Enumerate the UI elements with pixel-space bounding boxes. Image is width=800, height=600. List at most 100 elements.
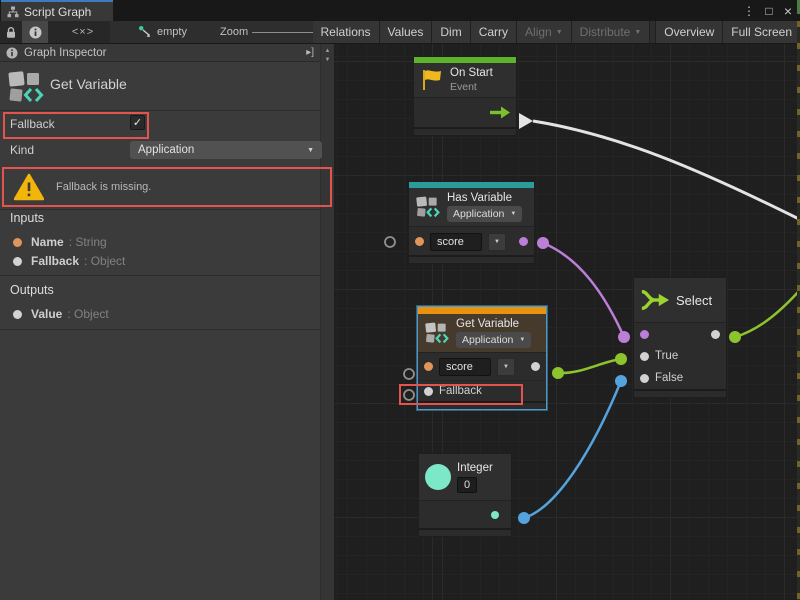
false-input-port[interactable] bbox=[640, 374, 649, 383]
port-dot-white bbox=[13, 310, 22, 319]
node-subtitle: Event bbox=[450, 81, 493, 93]
variable-kind-dropdown[interactable]: Application ▼ bbox=[456, 332, 531, 348]
graph-icon bbox=[7, 6, 19, 18]
scroll-up-icon[interactable]: ▲ bbox=[321, 47, 334, 56]
tab-bar: Script Graph ⋮ □ × bbox=[0, 0, 800, 21]
warning-icon bbox=[14, 173, 44, 201]
bool-output-port[interactable] bbox=[519, 237, 528, 246]
inspector-title: Graph Inspector bbox=[24, 47, 106, 59]
dim-button[interactable]: Dim bbox=[432, 21, 469, 43]
outputs-header: Outputs bbox=[10, 283, 54, 297]
kind-dropdown[interactable]: Application ▼ bbox=[130, 141, 322, 159]
select-merge-icon bbox=[640, 287, 670, 313]
fallback-option-label: Fallback bbox=[10, 117, 55, 131]
script-graph-window: Script Graph ⋮ □ × <×> bbox=[0, 0, 800, 600]
graph-inspector-panel: Graph Inspector ▸] ▲ ▼ Get Variable Fall… bbox=[0, 44, 334, 600]
integer-value-field[interactable]: 0 bbox=[457, 477, 477, 493]
variable-node-icon bbox=[8, 69, 44, 105]
selection-output-port[interactable] bbox=[711, 330, 720, 339]
variable-name-dropdown-button[interactable]: ▼ bbox=[488, 233, 506, 251]
name-input-port[interactable] bbox=[424, 362, 433, 371]
code-preview-button[interactable]: <×> bbox=[60, 21, 106, 43]
node-integer-literal[interactable]: Integer 0 bbox=[418, 453, 512, 537]
node-get-variable[interactable]: Get Variable Application ▼ score ▼ Fallb… bbox=[417, 306, 547, 410]
wire-icon bbox=[138, 25, 152, 39]
scroll-down-icon[interactable]: ▼ bbox=[321, 56, 334, 65]
control-output-arrow-icon[interactable] bbox=[490, 106, 510, 119]
panel-dock-icon[interactable]: ▸] bbox=[306, 47, 314, 58]
info-icon bbox=[29, 26, 42, 39]
node-title: Integer bbox=[457, 462, 493, 474]
output-row-value: Value : Object bbox=[0, 304, 320, 324]
fallback-port-label: Fallback bbox=[439, 385, 482, 397]
warning-text: Fallback is missing. bbox=[56, 181, 151, 193]
lock-button[interactable] bbox=[0, 21, 22, 43]
node-title: On Start bbox=[450, 67, 493, 79]
maximize-icon: □ bbox=[762, 4, 776, 18]
lock-icon bbox=[5, 26, 17, 39]
name-input-port[interactable] bbox=[415, 237, 424, 246]
node-title: Get Variable bbox=[456, 318, 531, 330]
chevron-down-icon: ▼ bbox=[556, 29, 563, 36]
chevron-down-icon: ▼ bbox=[519, 337, 525, 343]
true-port-label: True bbox=[655, 350, 678, 362]
kind-dropdown-value: Application bbox=[138, 144, 194, 156]
tab-script-graph[interactable]: Script Graph bbox=[1, 0, 113, 21]
relations-button[interactable]: Relations bbox=[313, 21, 379, 43]
close-icon: × bbox=[781, 3, 795, 19]
chevron-down-icon: ▼ bbox=[634, 29, 641, 36]
condition-input-port[interactable] bbox=[640, 330, 649, 339]
port-dot-orange bbox=[13, 238, 22, 247]
values-button[interactable]: Values bbox=[380, 21, 432, 43]
chevron-down-icon: ▼ bbox=[494, 239, 500, 245]
node-title: Select bbox=[676, 293, 712, 308]
graph-canvas[interactable] bbox=[334, 44, 800, 600]
toolbar-left-group: <×> bbox=[0, 21, 110, 43]
inspector-scrollbar[interactable]: ▲ ▼ bbox=[320, 44, 334, 600]
kind-option-row: Kind Application ▼ bbox=[0, 139, 320, 163]
graph-inspector-header[interactable]: Graph Inspector ▸] bbox=[0, 44, 320, 62]
chevron-down-icon: ▼ bbox=[503, 364, 509, 370]
input-row-name: Name : String bbox=[0, 232, 320, 252]
node-on-start[interactable]: On Start Event bbox=[413, 56, 517, 136]
zoom-label: Zoom bbox=[220, 21, 248, 43]
fallback-checkbox[interactable]: ✓ bbox=[130, 115, 145, 130]
input-row-fallback: Fallback : Object bbox=[0, 251, 320, 271]
true-input-port[interactable] bbox=[640, 352, 649, 361]
inspected-node-title: Get Variable bbox=[50, 76, 127, 92]
graph-toolbar: <×> empty Zoom 1x Relations Values Dim C… bbox=[0, 21, 800, 44]
fallback-option-row: Fallback ✓ bbox=[0, 111, 320, 138]
overview-button[interactable]: Overview bbox=[656, 21, 722, 43]
variable-name-field[interactable]: score bbox=[430, 233, 482, 251]
variable-node-icon bbox=[424, 321, 450, 345]
empty-label: empty bbox=[157, 26, 187, 38]
integer-output-port[interactable] bbox=[491, 511, 499, 519]
node-has-variable[interactable]: Has Variable Application ▼ score ▼ bbox=[408, 181, 535, 264]
variable-name-dropdown-button[interactable]: ▼ bbox=[497, 358, 515, 376]
fallback-input-port[interactable] bbox=[424, 387, 433, 396]
inspected-node-header: Get Variable bbox=[0, 62, 320, 111]
variable-accent-bar bbox=[418, 307, 546, 314]
window-close-button[interactable]: × bbox=[781, 0, 795, 21]
kind-option-label: Kind bbox=[10, 143, 34, 157]
inspector-toggle-button[interactable] bbox=[22, 21, 48, 43]
node-select[interactable]: Select True False bbox=[633, 277, 727, 398]
full-screen-button[interactable]: Full Screen bbox=[723, 21, 800, 43]
value-output-port[interactable] bbox=[531, 362, 540, 371]
info-icon bbox=[6, 47, 18, 59]
integer-type-icon bbox=[425, 464, 451, 490]
variable-node-icon bbox=[415, 195, 441, 219]
window-maximize-button[interactable]: □ bbox=[762, 0, 776, 21]
flag-icon bbox=[420, 68, 444, 92]
distribute-button: Distribute▼ bbox=[572, 21, 650, 43]
chevron-down-icon: ▼ bbox=[510, 211, 516, 217]
variable-kind-dropdown[interactable]: Application ▼ bbox=[447, 206, 522, 222]
inputs-header: Inputs bbox=[10, 211, 44, 225]
carry-button[interactable]: Carry bbox=[471, 21, 516, 43]
false-port-label: False bbox=[655, 372, 683, 384]
toolbar-gap bbox=[650, 21, 655, 43]
port-dot-white bbox=[13, 257, 22, 266]
variable-name-field[interactable]: score bbox=[439, 358, 491, 376]
warning-box: Fallback is missing. bbox=[2, 167, 332, 207]
window-menu-button[interactable]: ⋮ bbox=[742, 0, 756, 21]
